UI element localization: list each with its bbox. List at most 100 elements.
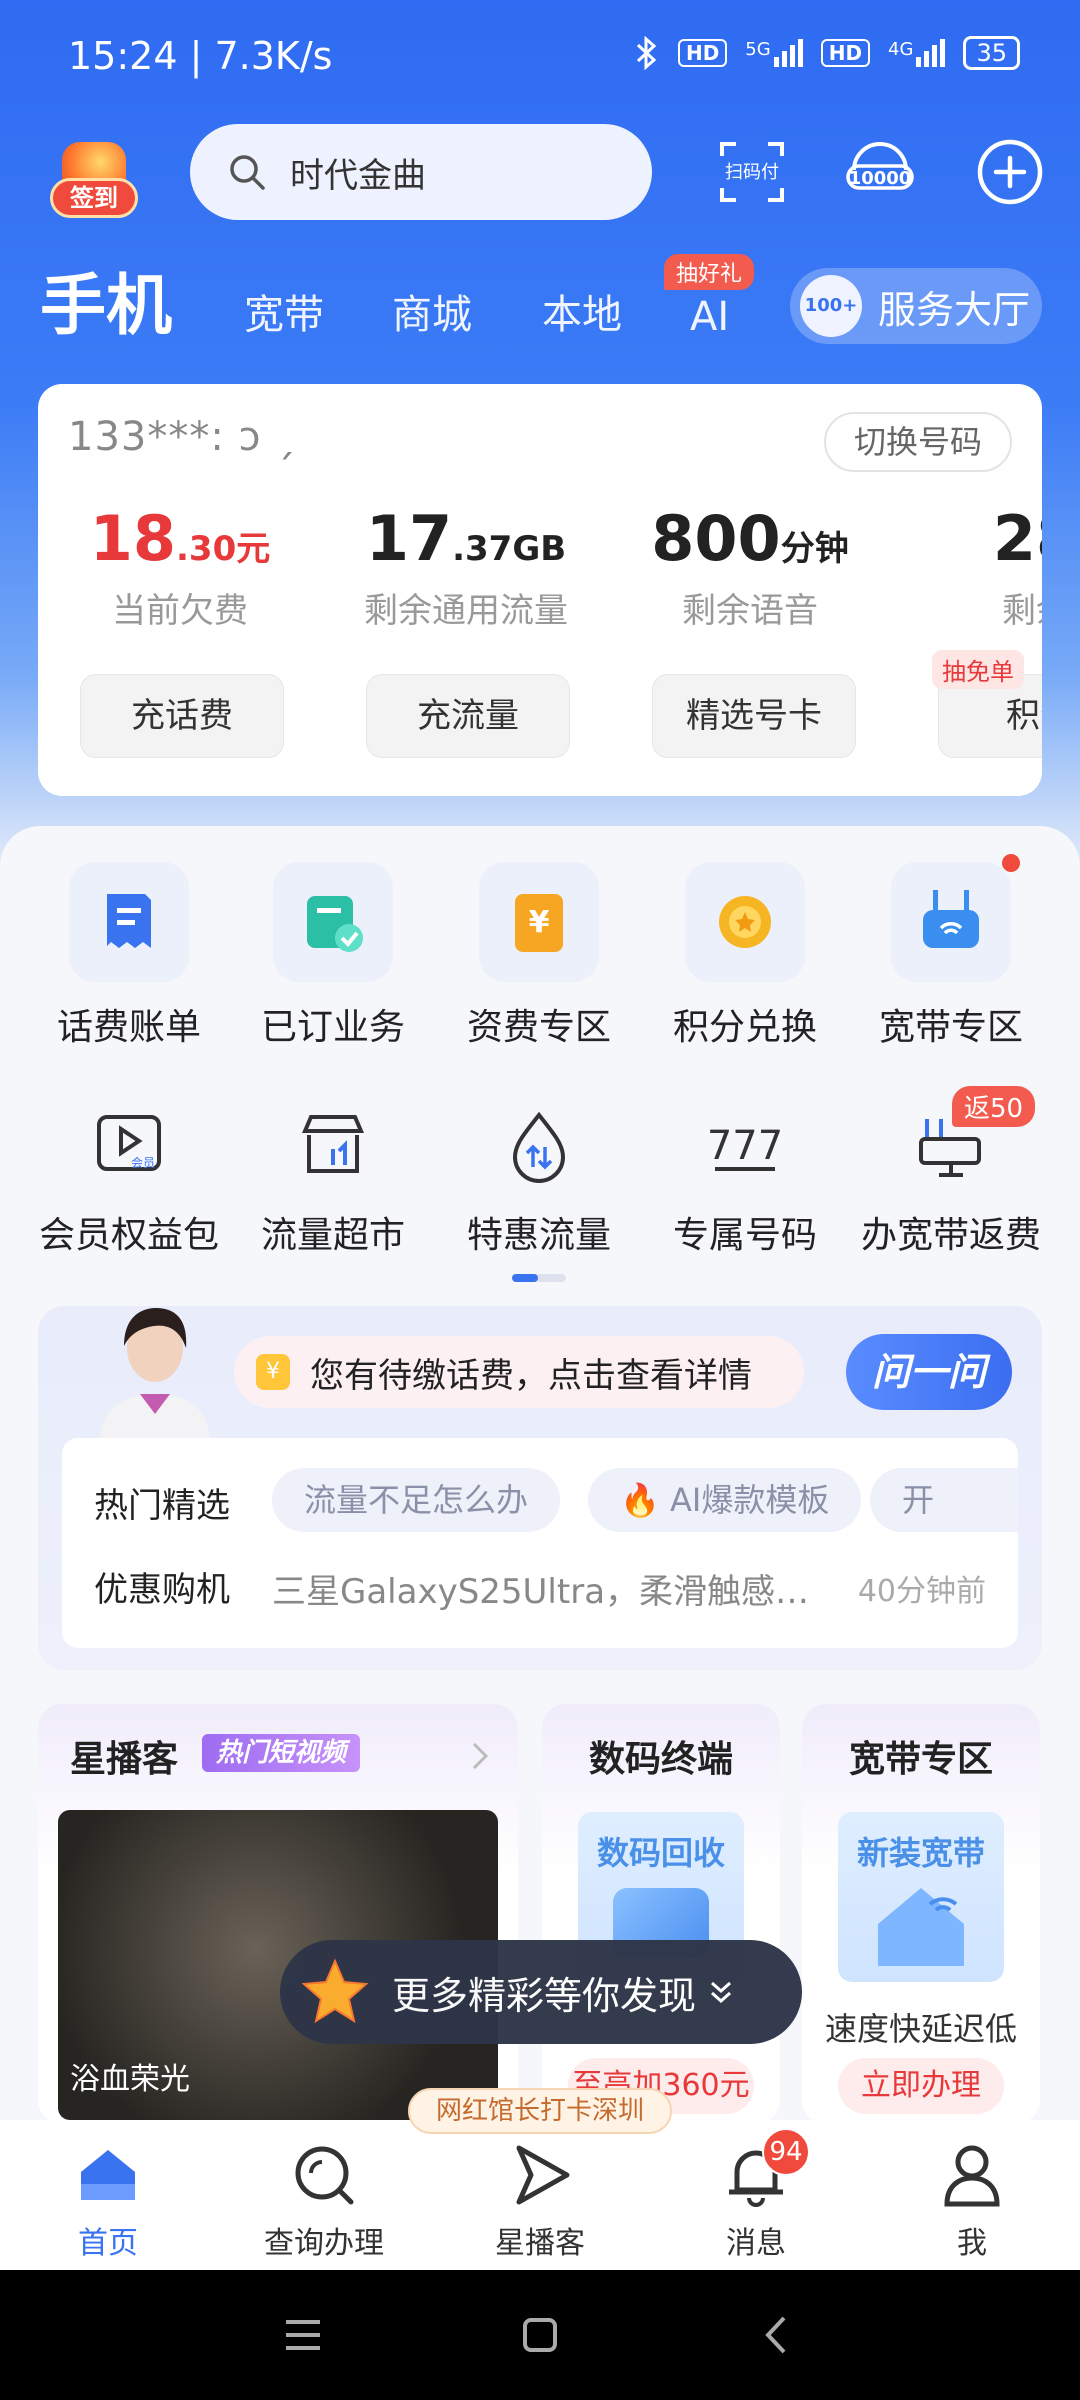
- user-icon: [944, 2145, 1000, 2207]
- tab-mall[interactable]: 商城: [392, 282, 472, 340]
- hotline-label: 10000: [849, 168, 912, 189]
- hotline-button[interactable]: 10000: [842, 134, 918, 210]
- hot-video-tag: 热门短视频: [202, 1734, 361, 1772]
- grid-broadband[interactable]: 宽带专区: [848, 862, 1054, 1050]
- member-video-icon: 会员: [97, 1115, 161, 1171]
- stat-data[interactable]: 17.37GB 剩余通用流量: [336, 502, 596, 632]
- apply-now-button[interactable]: 立即办理: [838, 2058, 1004, 2114]
- search-input[interactable]: 时代金曲: [190, 124, 652, 220]
- free-order-tag: 抽免单: [932, 650, 1024, 689]
- grid-data-market[interactable]: 流量超市: [230, 1100, 436, 1258]
- svg-text:¥: ¥: [529, 905, 550, 940]
- phone-number: 133***: ↄ ˏ: [68, 414, 297, 460]
- house-wifi-icon: [878, 1888, 964, 1966]
- grid-bill[interactable]: 话费账单: [26, 862, 232, 1050]
- home-icon: [81, 2150, 135, 2200]
- star-icon: [301, 1958, 369, 2024]
- tab-phone[interactable]: 手机: [40, 252, 172, 348]
- chip-data-shortage[interactable]: 流量不足怎么办: [272, 1468, 561, 1532]
- service-hall-icon: 100+: [800, 275, 862, 337]
- tab-broadband[interactable]: 宽带: [244, 282, 324, 340]
- status-icons: HD 5G HD 4G 35: [632, 36, 1020, 70]
- scan-pay-label: 扫码付: [725, 162, 779, 183]
- ask-button[interactable]: 问一问: [846, 1334, 1012, 1410]
- play-send-icon: [516, 2145, 570, 2205]
- tab-messages[interactable]: 消息: [666, 2140, 846, 2262]
- scan-pay-button[interactable]: 扫码付: [714, 134, 790, 210]
- broadband-title: 宽带专区: [848, 1739, 993, 1780]
- bottom-tab-bar: 首页 查询办理 星播客 消息 我: [0, 2120, 1080, 2270]
- grid-points-exchange[interactable]: 积分兑换: [642, 862, 848, 1050]
- tab-local[interactable]: 本地: [542, 282, 622, 340]
- xingboke-title: 星播客: [70, 1739, 179, 1780]
- discover-more-banner[interactable]: 更多精彩等你发现: [280, 1940, 802, 2044]
- xingboke-live-banner[interactable]: 网红馆长打卡深圳: [408, 2088, 672, 2134]
- broadband-subtitle: 速度快延迟低: [824, 2010, 1017, 2048]
- stat-data-label: 剩余通用流量: [364, 591, 568, 631]
- double-chevron-down-icon: [711, 1981, 732, 2004]
- service-hall-label: 服务大厅: [878, 287, 1031, 332]
- grid-tariffs[interactable]: ¥ 资费专区: [436, 862, 642, 1050]
- chevron-right-icon: [472, 1742, 489, 1770]
- stat-points-label: 剩余: [1002, 591, 1042, 631]
- broadband-card[interactable]: 宽带专区 新装宽带 速度快延迟低 立即办理: [802, 1704, 1040, 2124]
- svg-text:777: 777: [707, 1123, 783, 1169]
- status-time: 15:24 | 7.3K/s: [68, 34, 333, 78]
- stat-points[interactable]: 28 剩余: [906, 502, 1042, 632]
- status-bar: 15:24 | 7.3K/s HD 5G HD 4G 35: [0, 0, 1080, 110]
- signin-button[interactable]: 签到: [48, 138, 140, 222]
- add-button[interactable]: [972, 134, 1048, 210]
- stat-balance-label: 当前欠费: [112, 591, 248, 631]
- stat-voice[interactable]: 800分钟 剩余语音: [620, 502, 880, 632]
- phone-deal-text[interactable]: 三星GalaxyS25Ultra，柔滑触感…: [272, 1564, 809, 1613]
- tab-home[interactable]: 首页: [18, 2140, 198, 2262]
- bluetooth-icon: [636, 36, 657, 70]
- grid-special-data[interactable]: 特惠流量: [436, 1100, 642, 1258]
- recharge-data-button[interactable]: 充流量: [366, 674, 570, 758]
- digital-card[interactable]: 数码终端 数码回收 至高加360元: [542, 1704, 780, 2124]
- bill-reminder-bubble[interactable]: ¥ 您有待缴话费，点击查看详情: [234, 1336, 804, 1408]
- battery-indicator: 35: [963, 36, 1020, 70]
- discover-more-text: 更多精彩等你发现: [392, 1973, 697, 2018]
- select-number-button[interactable]: 精选号卡: [652, 674, 856, 758]
- subscription-icon: [307, 896, 363, 952]
- tab-ai[interactable]: AI: [690, 294, 729, 340]
- tab-xingboke[interactable]: 星播客: [450, 2140, 630, 2262]
- service-hall-button[interactable]: 100+ 服务大厅: [790, 268, 1042, 344]
- phone-deals-label: 优惠购机: [94, 1570, 230, 1610]
- home-square-icon[interactable]: [515, 2310, 565, 2360]
- hd-badge-2: HD: [820, 39, 871, 67]
- grid-exclusive-number[interactable]: 777 专属号码: [642, 1100, 848, 1258]
- stat-voice-label: 剩余语音: [682, 591, 818, 631]
- phone-deal-time: 40分钟前: [857, 1574, 986, 1609]
- chip-partial[interactable]: 开: [870, 1468, 1018, 1532]
- coin-exchange-icon: [719, 896, 771, 948]
- hotline-icon: 10000: [846, 142, 914, 190]
- switch-number-button[interactable]: 切换号码: [824, 412, 1012, 472]
- message-count-badge: 94: [762, 2128, 810, 2176]
- system-navigation-bar: [0, 2270, 1080, 2400]
- broadband-promo[interactable]: 新装宽带: [838, 1812, 1004, 1982]
- store-icon: [301, 1115, 365, 1173]
- bill-icon: [107, 894, 151, 948]
- tab-me[interactable]: 我: [882, 2140, 1062, 2262]
- scan-pay-icon: 扫码付: [720, 142, 784, 202]
- router-icon: [923, 890, 979, 948]
- plus-circle-icon: [977, 139, 1043, 205]
- search-query-icon: [295, 2146, 354, 2205]
- grid-member-pack[interactable]: 会员 会员权益包: [26, 1100, 232, 1258]
- tab-query[interactable]: 查询办理: [234, 2140, 414, 2262]
- signin-label: 签到: [50, 178, 138, 218]
- grid-pager: [512, 1274, 566, 1282]
- back-icon[interactable]: [752, 2310, 802, 2360]
- xingboke-card[interactable]: 星播客 热门短视频 浴血荣光: [38, 1704, 518, 2124]
- grid-subscriptions[interactable]: 已订业务: [230, 862, 436, 1050]
- menu-icon[interactable]: [278, 2310, 328, 2360]
- data-drop-icon: [512, 1111, 566, 1183]
- chip-ai-template[interactable]: 🔥 AI爆款模板: [588, 1468, 862, 1532]
- assistant-avatar[interactable]: [80, 1290, 230, 1442]
- stat-balance[interactable]: 18.30元 当前欠费: [50, 502, 310, 632]
- recharge-fee-button[interactable]: 充话费: [80, 674, 284, 758]
- account-card: 133***: ↄ ˏ 切换号码 18.30元 当前欠费 17.37GB 剩余通…: [38, 384, 1042, 796]
- bill-reminder-text: 您有待缴话费，点击查看详情: [310, 1355, 752, 1396]
